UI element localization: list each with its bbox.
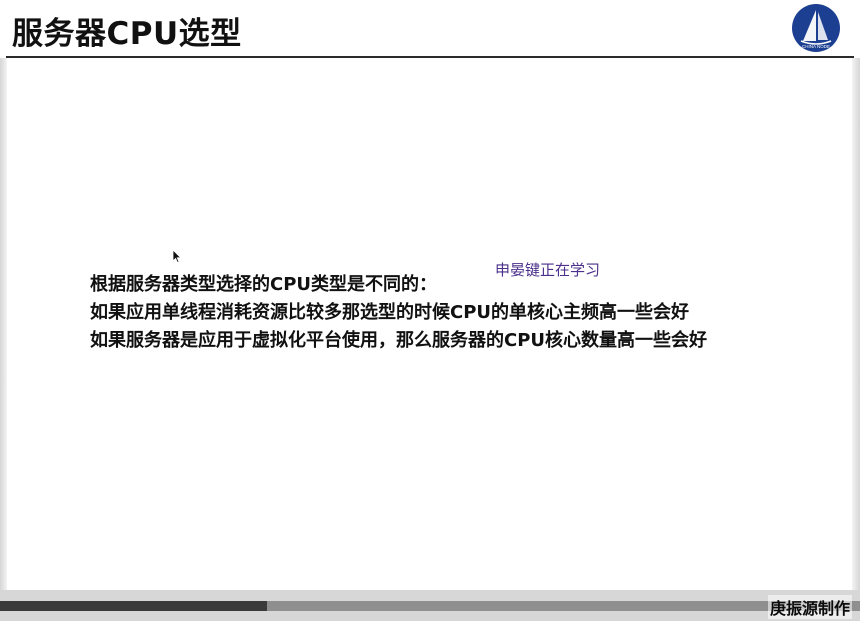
slide-title: 服务器CPU选型 (12, 16, 242, 52)
content-line-1: 根据服务器类型选择的CPU类型是不同的： (90, 274, 438, 295)
progress-bar[interactable] (0, 601, 860, 611)
mouse-pointer-icon (172, 248, 182, 264)
right-shadow (852, 58, 860, 590)
content-line-3: 如果服务器是应用于虚拟化平台使用，那么服务器的CPU核心数量高一些会好 (90, 330, 708, 351)
title-divider (6, 56, 854, 58)
left-shadow (0, 58, 7, 590)
slide-content: 根据服务器类型选择的CPU类型是不同的： 如果应用单线程消耗资源比较多那选型的时… (90, 271, 810, 355)
footer-credit: 庚振源制作 (767, 595, 852, 619)
logo-text: CHINA NODE (802, 44, 830, 49)
sailboat-logo-icon: CHINA NODE (792, 4, 840, 52)
slide-canvas: 服务器CPU选型 CHINA NODE 申晏键正在学习 根据服务器类型选择的CP… (0, 0, 860, 590)
video-controls: 庚振源制作 (0, 590, 860, 621)
progress-fill (0, 601, 267, 611)
logo-icon: CHINA NODE (791, 3, 841, 53)
content-line-2: 如果应用单线程消耗资源比较多那选型的时候CPU的单核心主频高一些会好 (90, 302, 690, 323)
